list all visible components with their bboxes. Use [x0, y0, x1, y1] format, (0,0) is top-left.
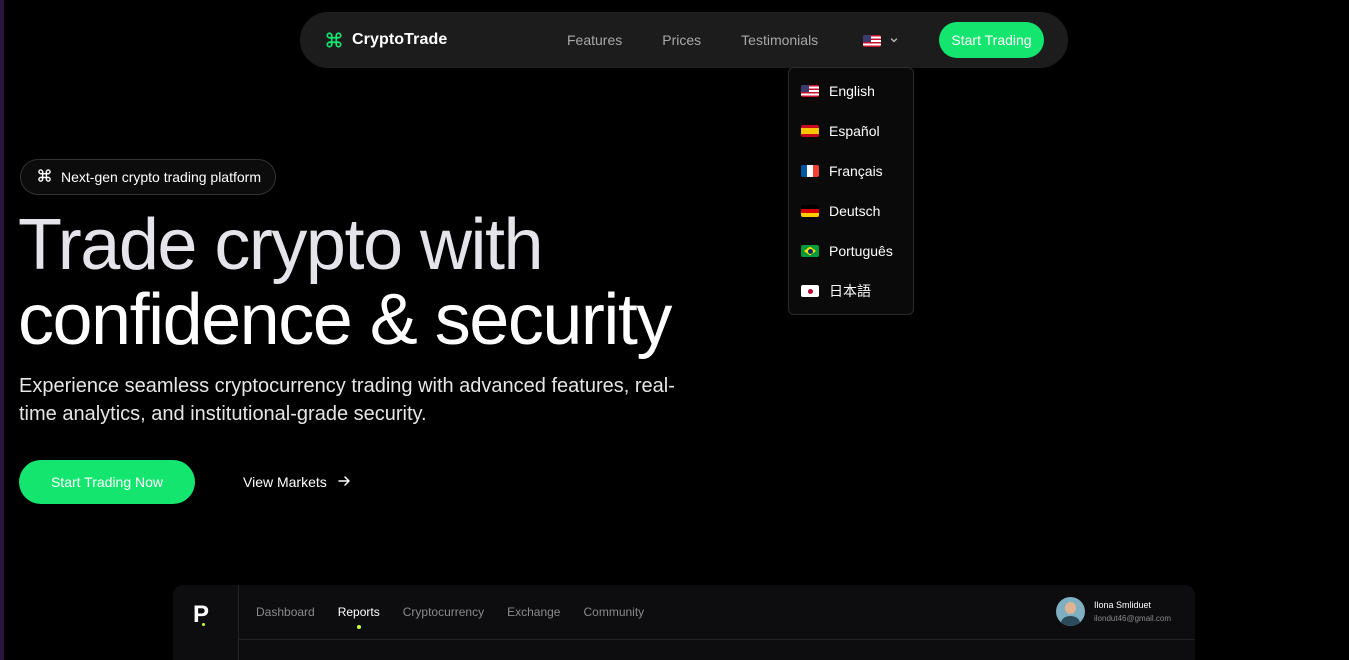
- hero-title-line-2: confidence & security: [18, 280, 672, 360]
- dashboard-logo[interactable]: P: [193, 601, 209, 629]
- hero-badge-text: Next-gen crypto trading platform: [61, 169, 261, 185]
- dashboard-sidebar: P: [173, 585, 239, 660]
- hero-badge: Next-gen crypto trading platform: [20, 159, 276, 195]
- language-selector[interactable]: [863, 32, 899, 50]
- user-email: ilondut46@gmail.com: [1094, 614, 1172, 623]
- language-option-espanol[interactable]: Español: [789, 111, 913, 151]
- france-flag-icon: [801, 165, 819, 177]
- dashboard-preview: P Dashboard Reports Cryptocurrency Excha…: [173, 585, 1195, 660]
- dashboard-tab-community[interactable]: Community: [583, 605, 644, 619]
- germany-flag-icon: [801, 205, 819, 217]
- view-markets-link[interactable]: View Markets: [243, 460, 351, 504]
- active-indicator: [356, 625, 361, 629]
- language-label: Español: [829, 123, 880, 139]
- language-label: Português: [829, 243, 893, 259]
- dashboard-nav: Dashboard Reports Cryptocurrency Exchang…: [256, 585, 667, 639]
- language-option-portugues[interactable]: Português: [789, 231, 913, 271]
- us-flag-icon: [863, 35, 881, 47]
- spain-flag-icon: [801, 125, 819, 137]
- arrow-right-icon: [337, 474, 351, 491]
- user-name: Ilona Smliduet: [1094, 600, 1152, 610]
- language-label: English: [829, 83, 875, 99]
- nav-links: Features Prices Testimonials: [567, 12, 858, 68]
- window-left-edge: [0, 0, 4, 660]
- dashboard-tab-cryptocurrency[interactable]: Cryptocurrency: [403, 605, 484, 619]
- language-option-deutsch[interactable]: Deutsch: [789, 191, 913, 231]
- nav-link-prices[interactable]: Prices: [662, 32, 701, 48]
- user-info: Ilona Smliduet ilondut46@gmail.com: [1094, 600, 1171, 623]
- brand[interactable]: CryptoTrade: [324, 12, 447, 68]
- language-option-francais[interactable]: Français: [789, 151, 913, 191]
- view-markets-label: View Markets: [243, 474, 327, 490]
- language-option-english[interactable]: English: [789, 71, 913, 111]
- dashboard-tab-reports[interactable]: Reports: [337, 605, 380, 629]
- language-option-japanese[interactable]: 日本語: [789, 271, 913, 311]
- japan-flag-icon: [801, 285, 819, 297]
- dashboard-tab-label: Reports: [337, 605, 380, 619]
- nav-link-features[interactable]: Features: [567, 32, 622, 48]
- dashboard-tab-dashboard[interactable]: Dashboard: [256, 605, 315, 619]
- language-label: Français: [829, 163, 883, 179]
- brand-name: CryptoTrade: [352, 31, 448, 48]
- start-trading-button[interactable]: Start Trading: [939, 22, 1044, 58]
- hero-title-line-1: Trade crypto with: [18, 205, 544, 285]
- chevron-down-icon: [889, 32, 899, 50]
- nav-link-testimonials[interactable]: Testimonials: [741, 32, 818, 48]
- start-trading-now-button[interactable]: Start Trading Now: [19, 460, 195, 504]
- user-profile[interactable]: Ilona Smliduet ilondut46@gmail.com: [1056, 597, 1171, 626]
- logo-dot: [202, 623, 205, 626]
- language-label: 日本語: [829, 283, 871, 299]
- dashboard-header-divider: [239, 639, 1195, 640]
- command-icon: [324, 30, 344, 50]
- hero-title: Trade crypto with confidence & security: [18, 208, 718, 358]
- language-dropdown: English Español Français Deutsch Portugu…: [788, 67, 914, 315]
- brazil-flag-icon: [801, 245, 819, 257]
- us-flag-icon: [801, 85, 819, 97]
- language-label: Deutsch: [829, 203, 881, 219]
- command-icon: [37, 168, 52, 186]
- hero-subtitle: Experience seamless cryptocurrency tradi…: [19, 375, 675, 425]
- top-navbar: CryptoTrade Features Prices Testimonials…: [300, 12, 1068, 68]
- dashboard-tab-exchange[interactable]: Exchange: [507, 605, 560, 619]
- avatar: [1056, 597, 1085, 626]
